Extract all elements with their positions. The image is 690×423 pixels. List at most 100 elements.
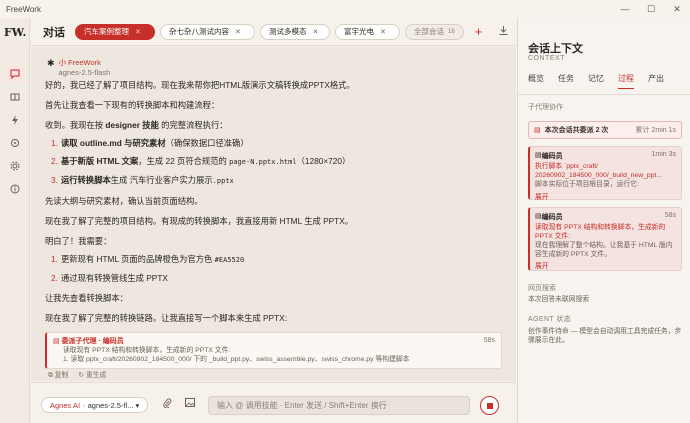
tab-label: 富宇光电 xyxy=(344,27,374,36)
agent-card[interactable]: ▤ 编码员 1min 3s 执行脚本 `pptx_craft/ 20260902_… xyxy=(528,146,682,201)
model-selector[interactable]: Agnes AI · agnes-2.5-fl... ▾ xyxy=(41,397,149,413)
context-panel: 会话上下文 CONTEXT 概览 任务 记忆 过程 产出 子代理协作 ▤ 本次会… xyxy=(517,18,690,423)
agent-task: 读取现有 PPTX 结构和转换脚本，生成新的 PPTX 文件: xyxy=(535,224,666,240)
agent-card[interactable]: ▤ 编码员 58s 读取现有 PPTX 结构和转换脚本，生成新的 PPTX 文件:… xyxy=(528,207,682,271)
app-title: FreeWork xyxy=(6,4,41,14)
conversation-header-title: 对话 xyxy=(43,26,65,39)
left-rail: FW. xyxy=(0,18,30,423)
agent-desc: 脚本实际位于项目根目录，运行它: xyxy=(535,181,639,188)
sender-name: 小 FreeWork xyxy=(58,58,101,67)
tab-conversation-4[interactable]: 富宇光电 ✕ xyxy=(335,23,400,40)
tab-conversation-2[interactable]: 杂七杂八测试内容 ✕ xyxy=(160,23,255,40)
tab-conversation-3[interactable]: 测试多模态 ✕ xyxy=(260,23,330,40)
settings-nav-icon[interactable] xyxy=(6,158,24,174)
message-paragraph: 让我先查看转换脚本： xyxy=(45,293,128,303)
expand-link[interactable]: 展开 xyxy=(535,260,676,270)
delegation-summary: ▤ 本次会话共委派 2 次 累计 2min 1s xyxy=(528,121,682,139)
tab-overview[interactable]: 概览 xyxy=(528,73,544,89)
agent-desc: 现在我理解了整个结构。让我基于 HTML 版内容生成新的 PPTX 文件。 xyxy=(535,242,673,258)
chat-nav-icon[interactable] xyxy=(6,66,24,82)
image-icon[interactable] xyxy=(185,398,195,409)
list-item: 2. 基于新版 HTML 文案，生成 22 页符合规范的 page-N.pptx.… xyxy=(51,156,351,166)
conversation-header: 对话 汽车案例整理 ✕ 杂七杂八测试内容 ✕ 测试多模态 ✕ 富宇光电 ✕ 全部会话 16… xyxy=(31,18,516,46)
book-nav-icon[interactable] xyxy=(6,89,24,105)
list-item: 2. 通过现有转换管线生成 PPTX xyxy=(51,273,168,283)
list-item: 1. 更新现有 HTML 页面的品牌橙色为官方色 #EA5520 xyxy=(51,254,245,264)
message-paragraph: 明白了！我需要： xyxy=(45,236,112,246)
message-paragraph: 先读大纲与研究素材，确认当前页面结构。 xyxy=(45,196,203,206)
subagent-icon: ▤ xyxy=(53,338,62,345)
conversation-count: 16 xyxy=(448,28,455,35)
stop-icon xyxy=(486,402,493,409)
tab-label: 测试多模态 xyxy=(269,27,307,36)
message-paragraph: 好的，我已经了解了项目结构。现在我来帮你把HTML版演示文稿转换成PPTX格式。 xyxy=(45,80,355,90)
input-bar: Agnes AI · agnes-2.5-fl... ▾ 输入 @ 调用技能 · … xyxy=(31,382,516,423)
agent-task: 执行脚本 `pptx_craft/ 20260902_184500_000/_b… xyxy=(535,163,662,179)
tab-memory[interactable]: 记忆 xyxy=(588,73,604,89)
close-tab-icon[interactable]: ✕ xyxy=(313,28,319,36)
chat-area: ✱ 小 FreeWork agnes-2.5-flash 好的，我已经了解了项目… xyxy=(31,47,516,381)
all-conversations-button[interactable]: 全部会话 16 xyxy=(405,23,464,40)
download-icon[interactable] xyxy=(499,26,508,37)
summary-time: 累计 2min 1s xyxy=(635,127,676,134)
message-paragraph: 现在我了解了完整的项目结构。有现成的转换脚本，我直接用新 HTML 生成 PPT… xyxy=(45,216,354,226)
message-input[interactable]: 输入 @ 调用技能 · Enter 发送 / Shift+Enter 换行 xyxy=(208,396,470,415)
info-nav-icon[interactable] xyxy=(6,181,24,197)
step-list: 1. 更新现有 HTML 页面的品牌橙色为官方色 #EA5520 2. 通过现有转换… xyxy=(45,254,502,284)
agent-icon: ▤ xyxy=(535,152,542,159)
subagent-title: ▤ 委派子代理 · 编码员 xyxy=(53,338,124,345)
message-paragraph: 首先让我查看一下现有的转换脚本和构建流程： xyxy=(45,100,220,110)
stop-button[interactable] xyxy=(480,396,499,415)
tab-label: 杂七杂八测试内容 xyxy=(169,27,229,36)
new-conversation-button[interactable]: + xyxy=(475,24,483,39)
app-logo: FW. xyxy=(4,26,27,39)
regenerate-button[interactable]: ↻ 重生成 xyxy=(78,369,106,380)
refresh-icon: ↻ xyxy=(78,372,86,379)
copy-button[interactable]: ⧉ 复制 xyxy=(48,369,68,380)
agent-icon: ▤ xyxy=(535,213,542,220)
tab-conversation-1[interactable]: 汽车案例整理 ✕ xyxy=(75,23,155,40)
plugin-nav-icon[interactable] xyxy=(6,135,24,151)
agent-name: 编码员 xyxy=(541,153,563,160)
subagent-duration: 58s xyxy=(483,337,495,344)
copy-icon: ⧉ xyxy=(48,372,55,379)
minimize-button[interactable]: — xyxy=(612,0,638,18)
close-tab-icon[interactable]: ✕ xyxy=(135,28,141,36)
close-tab-icon[interactable]: ✕ xyxy=(235,28,241,36)
lightning-nav-icon[interactable] xyxy=(6,112,24,128)
list-item: 1. 读取 outline.md 与研究素材（确保数据口径准确） xyxy=(51,138,249,148)
agent-name: 编码员 xyxy=(541,214,563,221)
tab-process[interactable]: 过程 xyxy=(618,73,634,89)
subagent-card[interactable]: ▤ 委派子代理 · 编码员 读取现有 PPTX 结构和转换脚本，生成新的 PPT… xyxy=(45,332,502,369)
expand-link[interactable]: 展开 xyxy=(535,191,676,201)
agent-time: 58s xyxy=(664,212,676,219)
message-paragraph: 收到。我现在按 designer 技能 的完整流程执行： xyxy=(45,120,228,130)
sender-model: agnes-2.5-flash xyxy=(58,68,111,77)
agent-state-text: 创作事件待命 — 模型会自动调用工具完成任务，步骤展示在此。 xyxy=(528,328,682,344)
message-sender: ✱ 小 FreeWork agnes-2.5-flash xyxy=(47,57,502,77)
tab-tasks[interactable]: 任务 xyxy=(558,73,574,89)
close-tab-icon[interactable]: ✕ xyxy=(380,28,386,36)
tab-output[interactable]: 产出 xyxy=(648,73,664,89)
message-paragraph: 现在我了解了完整的转换链路。让我直接写一个脚本来生成 PPTX: xyxy=(45,313,288,323)
message-actions: ⧉ 复制 ↻ 重生成 xyxy=(48,369,106,380)
maximize-button[interactable]: ☐ xyxy=(638,0,664,18)
title-bar: FreeWork xyxy=(0,0,690,18)
paperclip-icon[interactable] xyxy=(163,398,172,410)
web-search-status: 本次回答未联网搜索 xyxy=(528,296,590,303)
subagent-line: 读取现有 PPTX 结构和转换脚本，生成新的 PPTX 文件: xyxy=(63,347,231,354)
section-agent-state: AGENT 状态 xyxy=(528,316,572,323)
context-subtitle: CONTEXT xyxy=(528,55,565,62)
step-list: 1. 读取 outline.md 与研究素材（确保数据口径准确） 2. 基于新版 H… xyxy=(45,138,502,187)
assistant-avatar-icon: ✱ xyxy=(47,58,55,68)
agent-time: 1min 3s xyxy=(651,151,676,158)
tab-label: 汽车案例整理 xyxy=(84,27,129,36)
divider xyxy=(518,94,690,95)
summary-label: 本次会话共委派 2 次 xyxy=(544,127,609,134)
context-title: 会话上下文 xyxy=(528,43,583,55)
context-tabs: 概览 任务 记忆 过程 产出 xyxy=(528,73,678,89)
all-conversations-label: 全部会话 xyxy=(414,27,444,36)
close-window-button[interactable]: ✕ xyxy=(664,0,690,18)
section-web-search: 网页搜索 xyxy=(528,285,556,292)
subagent-line: 1. 读取 pptx_craft/20260902_184500_000/ 下的… xyxy=(63,356,410,363)
